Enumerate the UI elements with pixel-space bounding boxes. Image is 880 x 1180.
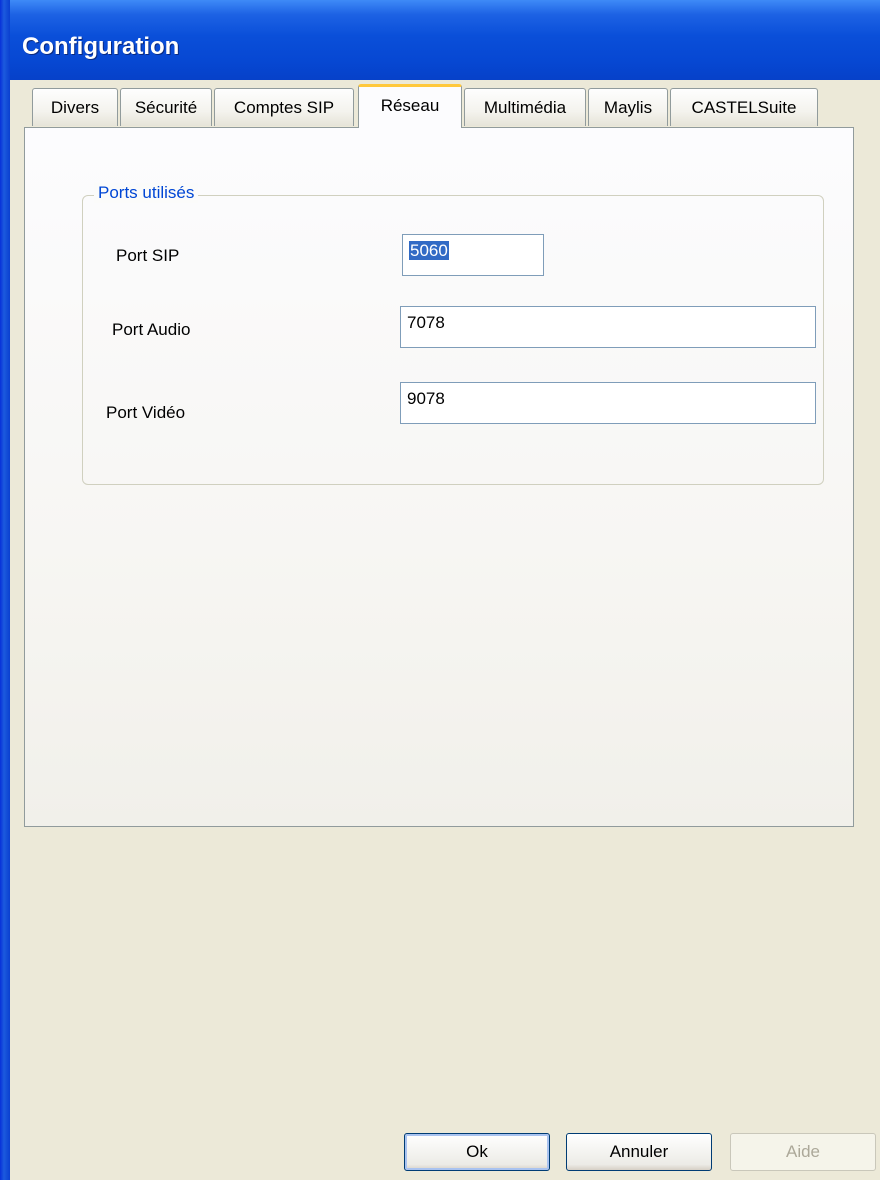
- ok-button[interactable]: Ok: [404, 1133, 550, 1171]
- window-frame-left: [0, 0, 10, 1180]
- port-video-label: Port Vidéo: [106, 403, 186, 422]
- tab-castelsuite[interactable]: CASTELSuite: [670, 88, 818, 126]
- tab-comptes-sip[interactable]: Comptes SIP: [214, 88, 354, 126]
- configuration-window: Configuration Divers Sécurité Comptes SI…: [0, 0, 880, 1180]
- port-sip-label: Port SIP: [116, 246, 180, 265]
- tab-multimedia[interactable]: Multimédia: [464, 88, 586, 126]
- title-bar[interactable]: Configuration: [0, 0, 880, 80]
- help-button[interactable]: Aide: [730, 1133, 876, 1171]
- port-audio-label: Port Audio: [112, 320, 191, 339]
- port-audio-input[interactable]: 7078: [400, 306, 816, 348]
- port-video-input[interactable]: 9078: [400, 382, 816, 424]
- tab-securite[interactable]: Sécurité: [120, 88, 212, 126]
- tab-maylis[interactable]: Maylis: [588, 88, 668, 126]
- port-video-value: 9078: [407, 389, 445, 408]
- cancel-button[interactable]: Annuler: [566, 1133, 712, 1171]
- tab-divers[interactable]: Divers: [32, 88, 118, 126]
- port-audio-value: 7078: [407, 313, 445, 332]
- tab-reseau[interactable]: Réseau: [358, 84, 462, 128]
- window-title: Configuration: [22, 33, 180, 60]
- port-sip-input[interactable]: 5060: [402, 234, 544, 276]
- ports-group-title: Ports utilisés: [94, 183, 199, 203]
- port-sip-value: 5060: [409, 241, 449, 260]
